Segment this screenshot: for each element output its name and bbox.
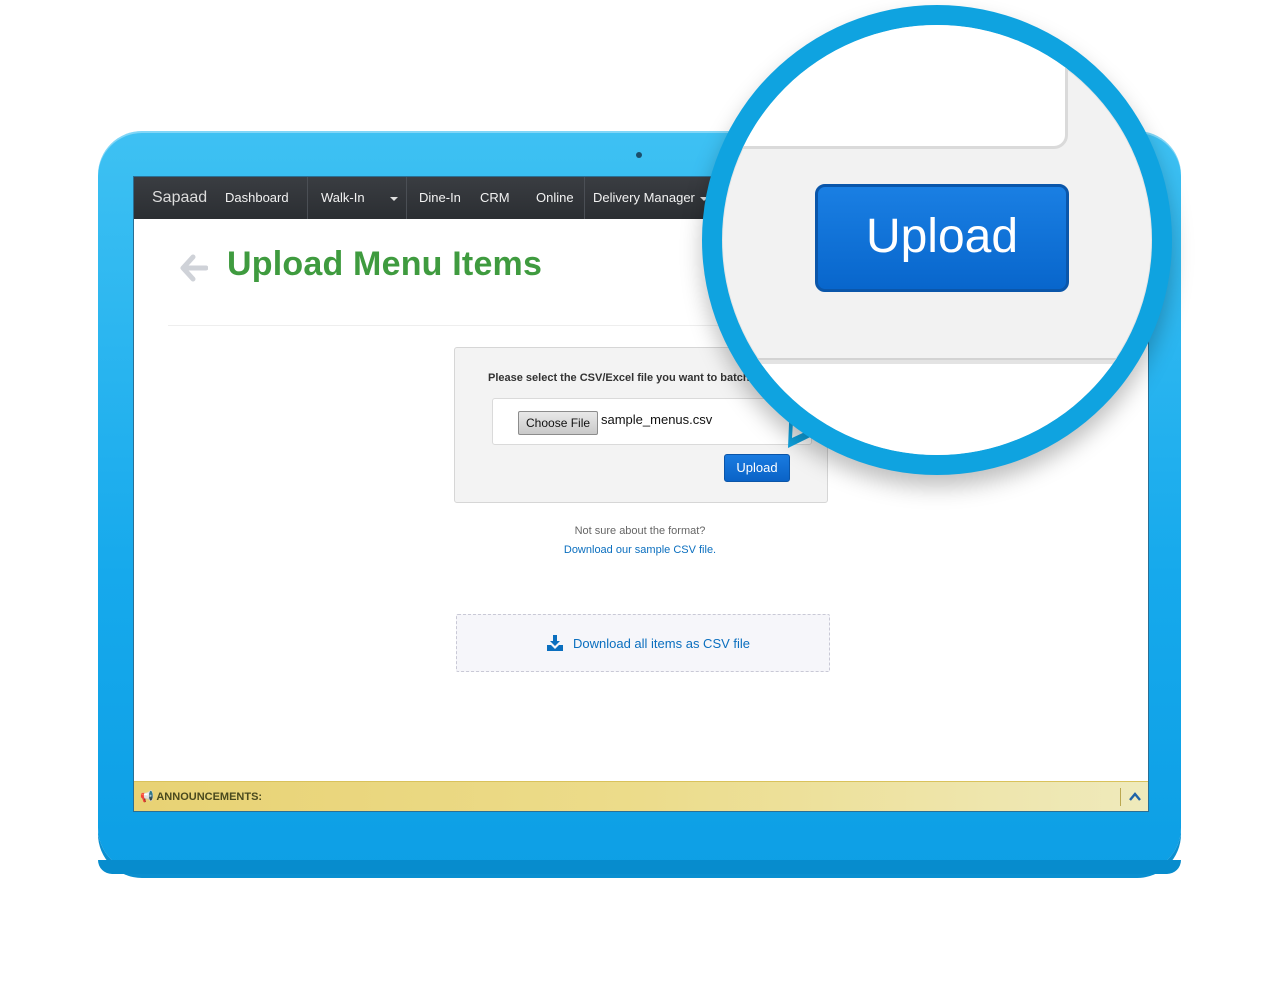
download-all-label: Download all items as CSV file	[573, 636, 751, 651]
zoom-page-background	[722, 364, 1152, 455]
nav-dine-in[interactable]: Dine-In	[419, 177, 461, 219]
walk-in-caret-icon[interactable]	[390, 177, 398, 219]
nav-divider	[307, 177, 308, 219]
nav-divider	[584, 177, 585, 219]
sample-csv-link[interactable]: Download our sample CSV file.	[134, 544, 1146, 556]
download-all-button[interactable]: Download all items as CSV file	[456, 614, 830, 672]
camera-dot	[636, 152, 642, 158]
announcements-bar: 📢 ANNOUNCEMENTS:	[134, 781, 1148, 811]
zoom-callout: Upload	[722, 25, 1152, 455]
announcements-label: 📢 ANNOUNCEMENTS:	[140, 790, 262, 803]
nav-delivery-manager[interactable]: Delivery Manager	[593, 177, 695, 219]
back-arrow-icon[interactable]	[180, 253, 208, 283]
nav-walk-in[interactable]: Walk-In	[321, 177, 365, 219]
page-title: Upload Menu Items	[227, 245, 543, 283]
zoom-file-input-box	[722, 25, 1068, 149]
brand-logo[interactable]: Sapaad	[152, 177, 207, 219]
nav-divider	[406, 177, 407, 219]
nav-dashboard[interactable]: Dashboard	[225, 177, 289, 219]
upload-prompt: Please select the CSV/Excel file you wan…	[488, 372, 750, 384]
chevron-up-icon[interactable]	[1128, 790, 1142, 804]
selected-file-name: sample_menus.csv	[601, 412, 713, 427]
megaphone-icon: 📢	[140, 791, 154, 803]
choose-file-button[interactable]: Choose File	[518, 411, 599, 435]
announcements-divider	[1120, 788, 1121, 806]
zoomed-upload-button[interactable]: Upload	[815, 184, 1069, 292]
format-help-question: Not sure about the format?	[574, 525, 706, 537]
announcements-text: ANNOUNCEMENTS:	[156, 791, 263, 803]
download-icon	[547, 635, 563, 651]
nav-crm[interactable]: CRM	[480, 177, 510, 219]
nav-online[interactable]: Online	[536, 177, 574, 219]
tablet-frame-edge	[98, 860, 1181, 874]
